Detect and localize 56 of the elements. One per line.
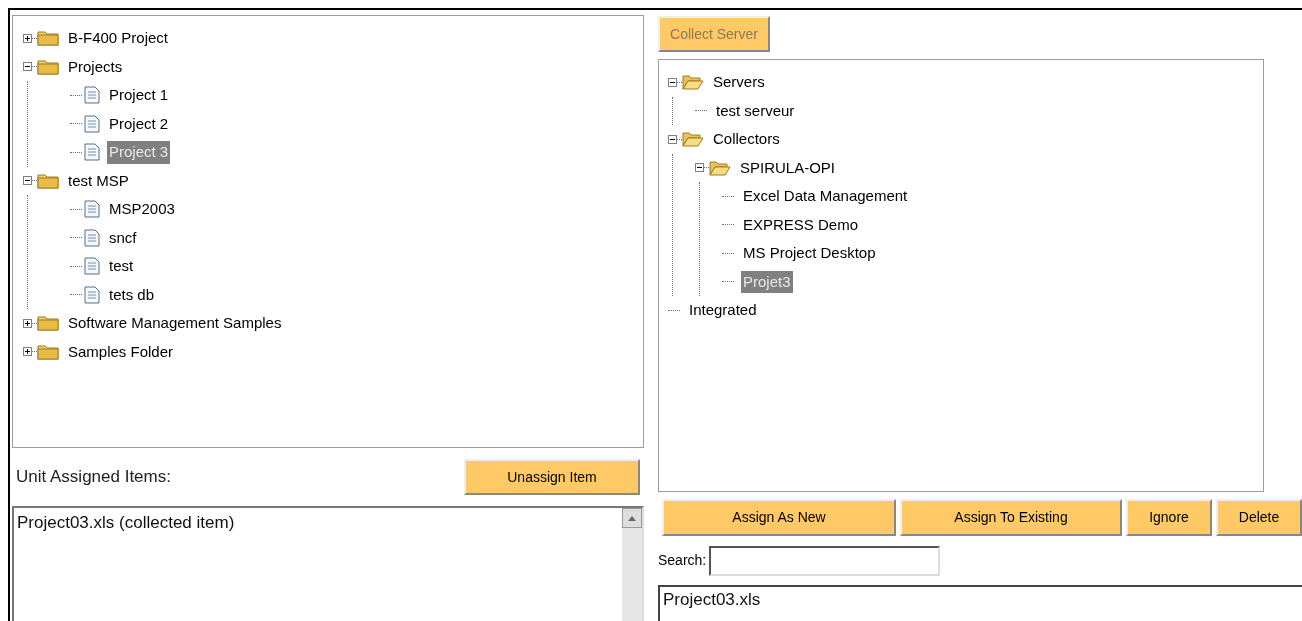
open-folder-icon (682, 131, 704, 148)
tree-item[interactable]: Integrated (687, 299, 759, 322)
folder-icon (37, 58, 59, 75)
tree-item[interactable]: Project 2 (107, 112, 171, 135)
folder-icon (37, 172, 59, 189)
action-button[interactable]: Assign As New (662, 499, 896, 536)
tree-item[interactable]: Samples Folder (66, 340, 176, 363)
action-button[interactable]: Ignore (1126, 499, 1212, 536)
collapse-icon[interactable] (23, 176, 32, 186)
collapse-icon[interactable] (23, 62, 32, 72)
collapse-icon[interactable] (695, 163, 704, 173)
tree-item[interactable]: Collectors (711, 128, 782, 151)
list-item[interactable]: Project03.xls (663, 587, 1302, 613)
assigned-items-list[interactable]: Project03.xls (collected item) (12, 506, 644, 621)
document-icon (84, 143, 100, 162)
open-folder-icon (682, 74, 704, 91)
tree-item[interactable]: test serveur (714, 99, 797, 122)
tree-item[interactable]: sncf (107, 226, 139, 249)
tree-item[interactable]: Projects (66, 55, 125, 78)
document-icon (84, 257, 100, 276)
scrollbar[interactable] (622, 508, 642, 621)
unassign-item-button[interactable]: Unassign Item (464, 459, 640, 495)
tree-item[interactable]: Project 1 (107, 84, 171, 107)
folder-icon (37, 30, 59, 47)
scroll-up-icon[interactable] (628, 515, 636, 521)
tree-item[interactable]: tets db (107, 283, 157, 306)
folder-icon (37, 343, 59, 360)
document-icon (84, 86, 100, 105)
tree-item[interactable]: SPIRULA-OPI (738, 156, 838, 179)
document-icon (84, 200, 100, 219)
expand-icon[interactable] (23, 318, 32, 328)
document-icon (84, 285, 100, 304)
tree-item[interactable]: Software Management Samples (66, 312, 284, 335)
assigned-items-label: Unit Assigned Items: (15, 466, 171, 489)
tree-item[interactable]: Excel Data Management (741, 185, 910, 208)
collapse-icon[interactable] (668, 134, 677, 144)
collapse-icon[interactable] (668, 77, 677, 87)
tree-item[interactable]: test MSP (66, 169, 131, 192)
search-field[interactable] (709, 545, 941, 576)
tree-item[interactable]: Servers (711, 71, 767, 94)
tree-item[interactable]: MS Project Desktop (741, 242, 878, 265)
tree-item[interactable]: B-F400 Project (66, 27, 171, 50)
expand-icon[interactable] (23, 347, 32, 357)
folder-icon (37, 315, 59, 332)
list-item[interactable]: Project03.xls (collected item) (17, 510, 622, 536)
document-icon (84, 114, 100, 133)
document-icon (84, 228, 100, 247)
tree-item[interactable]: MSP2003 (107, 198, 177, 221)
open-folder-icon (709, 159, 731, 176)
action-button[interactable]: Assign To Existing (900, 499, 1122, 536)
expand-icon[interactable] (23, 33, 32, 43)
tree-item[interactable]: test (107, 255, 136, 278)
tree-item[interactable]: EXPRESS Demo (741, 213, 861, 236)
action-button[interactable]: Delete (1216, 499, 1302, 536)
search-label: Search: (658, 551, 707, 570)
results-list[interactable]: Project03.xls (658, 585, 1302, 621)
